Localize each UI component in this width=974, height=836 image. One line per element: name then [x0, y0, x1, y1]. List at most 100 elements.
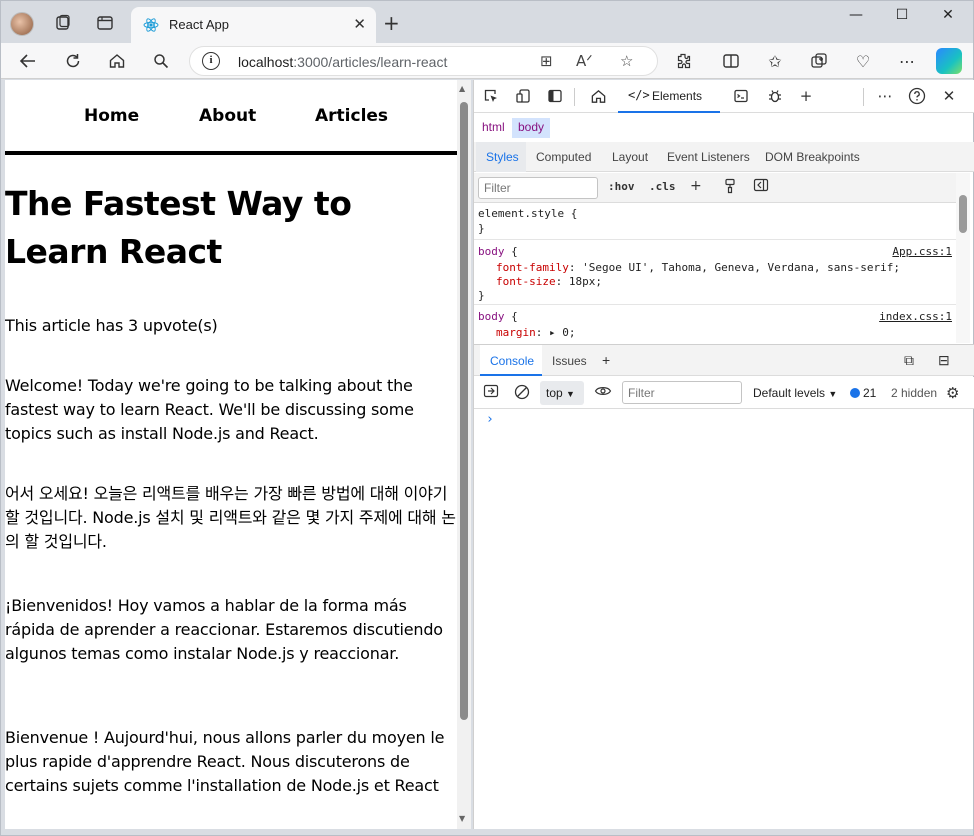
hover-state-toggle[interactable]: :hov: [608, 180, 635, 193]
more-options-icon[interactable]: ⋯: [895, 50, 919, 72]
tab-title: React App: [169, 17, 229, 32]
react-favicon-icon: [143, 18, 159, 32]
tab-strip: React App ✕ + — ☐ ✕: [1, 1, 973, 43]
sources-bug-icon[interactable]: [764, 86, 786, 106]
body-rule-index-css[interactable]: body { index.css:1 margin: ▸ 0;: [474, 306, 956, 342]
computed-sidebar-toggle-icon[interactable]: [753, 178, 769, 196]
article-title: The Fastest Way to Learn React: [5, 184, 352, 271]
drawer-tabs: Console Issues + ⧉ ⊟: [474, 344, 974, 376]
collections-icon[interactable]: [807, 50, 831, 72]
breadcrumb-html[interactable]: html: [476, 118, 511, 138]
breadcrumb: html body: [474, 116, 974, 138]
page-scrollbar-thumb[interactable]: [460, 102, 468, 720]
tab-actions-icon[interactable]: [93, 11, 117, 35]
live-expression-eye-icon[interactable]: [594, 384, 612, 402]
nav-link-about[interactable]: About: [199, 106, 256, 126]
app-available-icon[interactable]: ⊞: [540, 52, 553, 70]
styles-scrollbar-thumb[interactable]: [959, 195, 967, 233]
inspect-element-icon[interactable]: [480, 86, 502, 106]
console-tab-icon[interactable]: [730, 86, 752, 106]
browser-window: React App ✕ + — ☐ ✕ i localhost:3000/art…: [0, 0, 974, 836]
dock-side-icon[interactable]: [544, 86, 566, 106]
article-paragraph-fr: Bienvenue ! Aujourd'hui, nous allons par…: [5, 728, 445, 795]
styles-subtabs: Styles Computed Layout Event Listeners D…: [474, 142, 974, 172]
address-bar[interactable]: i localhost:3000/articles/learn-react ⊞ …: [189, 46, 658, 76]
split-screen-icon[interactable]: [719, 50, 743, 72]
dock-drawer-icon[interactable]: ⧉: [904, 352, 914, 369]
page-viewport: Home About Articles The Fastest Way to L…: [5, 80, 457, 829]
nav-link-home[interactable]: Home: [84, 106, 139, 126]
elements-code-icon: </>: [628, 88, 650, 102]
home-icon[interactable]: [105, 50, 129, 72]
tab-dom-breakpoints[interactable]: DOM Breakpoints: [765, 150, 860, 164]
back-icon[interactable]: [16, 50, 40, 72]
show-sidebar-icon[interactable]: [483, 384, 499, 402]
favorite-star-icon[interactable]: ☆: [620, 52, 633, 70]
refresh-icon[interactable]: [61, 50, 85, 72]
divider: [574, 88, 575, 106]
tab-event-listeners[interactable]: Event Listeners: [667, 150, 750, 164]
tab-console[interactable]: Console: [490, 354, 534, 368]
scroll-up-arrow-icon[interactable]: ▲: [459, 84, 465, 93]
app-css-link[interactable]: App.css:1: [892, 245, 952, 258]
styles-filter-input[interactable]: Filter: [478, 177, 598, 199]
close-tab-icon[interactable]: ✕: [353, 15, 366, 33]
console-prompt[interactable]: ›: [486, 412, 494, 427]
issue-badge-icon: [850, 388, 860, 398]
read-aloud-icon[interactable]: Aᐟ: [576, 52, 593, 70]
scroll-down-arrow-icon[interactable]: ▼: [459, 814, 465, 823]
tab-elements[interactable]: </> Elements: [618, 80, 720, 113]
body-rule-app-css[interactable]: body { App.css:1 font-family: 'Segoe UI'…: [474, 241, 956, 305]
close-window-button[interactable]: ✕: [925, 7, 971, 27]
devtools-toolbar: </> Elements + ⋯ ✕: [474, 80, 974, 113]
copilot-icon[interactable]: [936, 48, 962, 74]
article-paragraph-es: ¡Bienvenidos! Hoy vamos a hablar de la f…: [5, 596, 443, 663]
console-filter-input[interactable]: Filter: [622, 381, 742, 404]
tab-react-app[interactable]: React App ✕: [131, 7, 376, 43]
element-style-rule[interactable]: element.style { }: [474, 204, 956, 240]
console-toolbar: top ▼ Filter Default levels ▼ 21 2 hidde…: [474, 377, 974, 409]
new-tab-icon[interactable]: +: [383, 11, 400, 35]
minimize-button[interactable]: —: [833, 7, 879, 27]
clear-console-icon[interactable]: [514, 384, 530, 404]
help-icon[interactable]: [906, 86, 928, 106]
index-css-link[interactable]: index.css:1: [879, 310, 952, 323]
devtools-panel: </> Elements + ⋯ ✕ html body Styles Comp…: [473, 80, 974, 829]
styles-filter-bar: Filter :hov .cls +: [474, 173, 956, 203]
hidden-messages-count: 2 hidden: [891, 386, 938, 400]
add-drawer-tab-icon[interactable]: +: [602, 352, 610, 368]
styles-scrollbar[interactable]: [956, 173, 970, 343]
issues-counter[interactable]: 21: [850, 386, 876, 400]
nav-link-articles[interactable]: Articles: [315, 106, 388, 126]
article-paragraph-en: Welcome! Today we're going to be talking…: [5, 376, 414, 443]
more-tools-plus-icon[interactable]: +: [795, 86, 817, 106]
devtools-menu-icon[interactable]: ⋯: [874, 86, 896, 106]
tab-computed[interactable]: Computed: [536, 150, 591, 164]
class-toggle[interactable]: .cls: [649, 180, 676, 193]
breadcrumb-body[interactable]: body: [512, 118, 551, 138]
close-drawer-icon[interactable]: ⊟: [938, 352, 950, 369]
profile-avatar[interactable]: [10, 12, 34, 36]
extensions-icon[interactable]: [671, 50, 695, 72]
favorites-icon[interactable]: ✩: [763, 50, 787, 72]
paint-brush-icon[interactable]: [723, 178, 737, 198]
search-icon[interactable]: [149, 50, 173, 72]
context-selector[interactable]: top ▼: [540, 381, 584, 405]
new-style-rule-icon[interactable]: +: [690, 178, 702, 194]
welcome-home-icon[interactable]: [587, 86, 609, 106]
page-scrollbar[interactable]: ▲ ▼: [457, 80, 471, 829]
styles-pane: element.style { } body { App.css:1 font-…: [474, 204, 956, 342]
tab-issues[interactable]: Issues: [552, 354, 587, 368]
device-emulation-icon[interactable]: [512, 86, 534, 106]
log-levels-dropdown[interactable]: Default levels ▼: [753, 386, 837, 400]
url-text: localhost:3000/articles/learn-react: [238, 54, 448, 70]
site-info-icon[interactable]: i: [202, 52, 220, 70]
console-settings-gear-icon[interactable]: ⚙: [946, 384, 959, 402]
tab-layout[interactable]: Layout: [612, 150, 648, 164]
workspaces-icon[interactable]: [51, 11, 75, 35]
browser-essentials-icon[interactable]: ♡: [851, 50, 875, 72]
maximize-button[interactable]: ☐: [879, 7, 925, 27]
close-devtools-icon[interactable]: ✕: [938, 86, 960, 106]
tab-styles[interactable]: Styles: [486, 150, 519, 164]
divider: [863, 88, 864, 106]
